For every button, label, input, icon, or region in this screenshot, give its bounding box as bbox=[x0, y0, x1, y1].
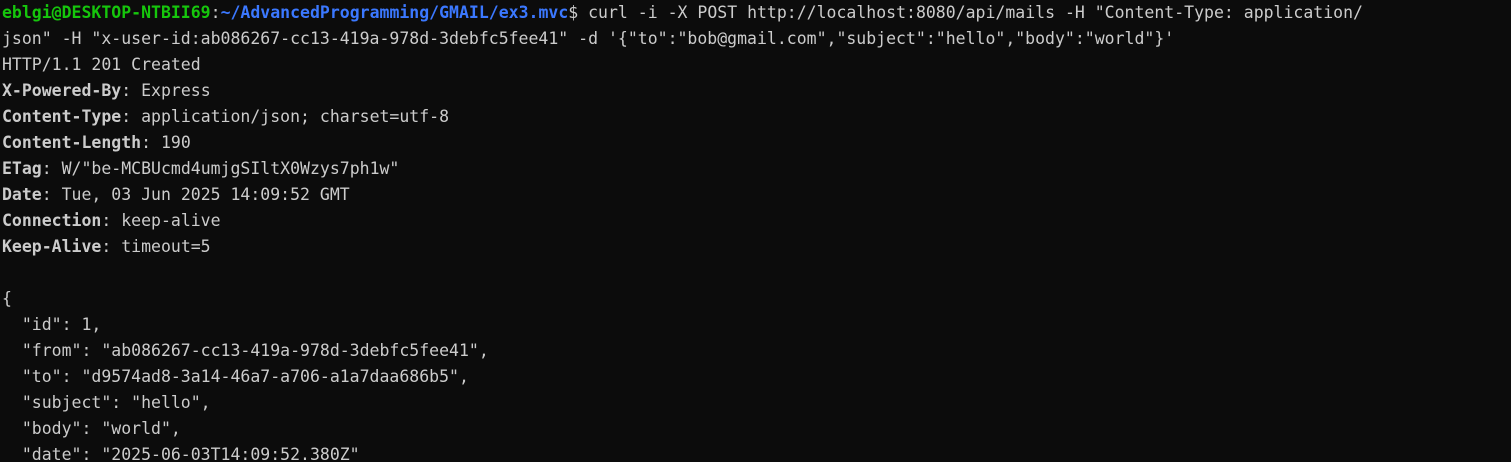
body-line: "to": "d9574ad8-3a14-46a7-a706-a1a7daa68… bbox=[2, 367, 469, 386]
header-value: : Express bbox=[121, 81, 211, 100]
header-value: : 190 bbox=[141, 133, 191, 152]
header-content-type: Content-Type: application/json; charset=… bbox=[2, 104, 1511, 130]
header-key: Content-Length bbox=[2, 133, 142, 152]
body-line: "date": "2025-06-03T14:09:52.380Z" bbox=[2, 445, 360, 462]
command-line-1: eblgi@DESKTOP-NTBII69:~/AdvancedProgramm… bbox=[2, 0, 1511, 26]
header-key: Content-Type bbox=[2, 107, 122, 126]
body-line: "subject": "hello", bbox=[2, 393, 211, 412]
body-line: "id": 1, bbox=[2, 315, 102, 334]
header-value: : keep-alive bbox=[101, 211, 221, 230]
header-key: Keep-Alive bbox=[2, 237, 102, 256]
prompt-colon: : bbox=[210, 3, 221, 22]
header-value: : W/"be-MCBUcmd4umjgSIltX0Wzys7ph1w" bbox=[41, 159, 400, 178]
header-key: Date bbox=[2, 185, 42, 204]
command-text-2: json" -H "x-user-id:ab086267-cc13-419a-9… bbox=[2, 29, 1175, 48]
header-keep-alive: Keep-Alive: timeout=5 bbox=[2, 234, 1511, 260]
header-value: : application/json; charset=utf-8 bbox=[121, 107, 450, 126]
command-text-1: curl -i -X POST http://localhost:8080/ap… bbox=[578, 3, 1363, 22]
header-key: Connection bbox=[2, 211, 102, 230]
terminal-window[interactable]: eblgi@DESKTOP-NTBII69:~/AdvancedProgramm… bbox=[0, 0, 1511, 462]
prompt-user-host: eblgi@DESKTOP-NTBII69 bbox=[2, 3, 211, 22]
header-connection: Connection: keep-alive bbox=[2, 208, 1511, 234]
header-value: : Tue, 03 Jun 2025 14:09:52 GMT bbox=[41, 185, 350, 204]
header-key: X-Powered-By bbox=[2, 81, 122, 100]
prompt-dollar: $ bbox=[568, 3, 579, 22]
command-line-2: json" -H "x-user-id:ab086267-cc13-419a-9… bbox=[2, 26, 1511, 52]
header-etag: ETag: W/"be-MCBUcmd4umjgSIltX0Wzys7ph1w" bbox=[2, 156, 1511, 182]
header-content-length: Content-Length: 190 bbox=[2, 130, 1511, 156]
body-line: "from": "ab086267-cc13-419a-978d-3debfc5… bbox=[2, 341, 489, 360]
prompt-path: ~/AdvancedProgramming/GMAIL/ex3.mvc bbox=[220, 3, 569, 22]
header-x-powered-by: X-Powered-By: Express bbox=[2, 78, 1511, 104]
body-line: { bbox=[2, 289, 12, 308]
header-key: ETag bbox=[2, 159, 42, 178]
header-date: Date: Tue, 03 Jun 2025 14:09:52 GMT bbox=[2, 182, 1511, 208]
http-status-line: HTTP/1.1 201 Created bbox=[2, 55, 201, 74]
body-line: "body": "world", bbox=[2, 419, 181, 438]
header-value: : timeout=5 bbox=[101, 237, 211, 256]
